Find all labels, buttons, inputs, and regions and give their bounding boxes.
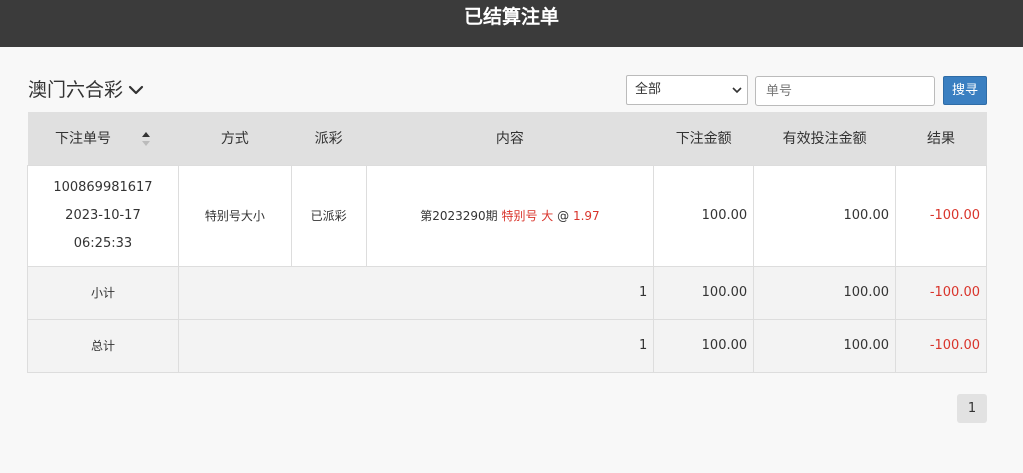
column-header-method: 方式	[178, 112, 292, 165]
column-header-order-no[interactable]: 下注单号	[27, 112, 179, 165]
total-result: -100.00	[895, 318, 987, 373]
subtotal-result: -100.00	[895, 265, 987, 320]
top-bar: 已结算注单	[0, 0, 1023, 47]
select-arrow-icon	[732, 87, 742, 94]
chevron-down-icon	[128, 85, 144, 95]
total-label: 总计	[27, 318, 179, 373]
method-cell: 特别号大小	[177, 164, 292, 267]
subtotal-label: 小计	[27, 265, 179, 320]
total-valid-amount: 100.00	[753, 318, 896, 373]
total-count: 1	[177, 318, 655, 373]
lottery-name: 澳门六合彩	[28, 79, 124, 101]
order-number: 100869981617	[53, 179, 153, 195]
content-bet: 特别号 大	[501, 209, 554, 223]
order-date: 2023-10-17	[65, 207, 141, 223]
total-row: 总计 1 100.00 100.00 -100.00	[27, 318, 987, 373]
column-header-valid-amount: 有效投注金额	[753, 112, 896, 165]
column-header-amount: 下注金额	[653, 112, 754, 165]
total-amount: 100.00	[653, 318, 755, 373]
bets-table: 下注单号 方式 派彩 内容 下注金额 有效投注金额 结果 10086998161…	[27, 112, 987, 373]
column-header-result: 结果	[895, 112, 987, 165]
lottery-selector[interactable]: 澳门六合彩	[28, 76, 145, 104]
subtotal-row: 小计 1 100.00 100.00 -100.00	[27, 265, 987, 320]
table-row: 100869981617 2023-10-17 06:25:33 特别号大小 已…	[27, 164, 987, 267]
subtotal-amount: 100.00	[653, 265, 755, 320]
result-cell: -100.00	[895, 164, 987, 267]
content-odds: 1.97	[572, 209, 600, 223]
content-cell: 第2023290期 特别号 大 @ 1.97	[365, 164, 655, 267]
status-filter-select[interactable]: 全部	[626, 75, 748, 105]
column-header-payout: 派彩	[291, 112, 367, 165]
sort-icon[interactable]	[141, 131, 151, 147]
amount-cell: 100.00	[653, 164, 755, 267]
subtotal-count: 1	[177, 265, 655, 320]
payout-cell: 已派彩	[290, 164, 367, 267]
page-button-1[interactable]: 1	[957, 394, 987, 423]
search-button[interactable]: 搜寻	[943, 76, 987, 105]
filter-selected-value: 全部	[635, 82, 662, 97]
page-title: 已结算注单	[463, 6, 559, 28]
subtotal-valid-amount: 100.00	[753, 265, 896, 320]
valid-amount-cell: 100.00	[753, 164, 896, 267]
content-period: 第2023290期	[420, 209, 498, 223]
order-cell: 100869981617 2023-10-17 06:25:33	[27, 164, 179, 267]
column-header-content: 内容	[366, 112, 654, 165]
table-header-row: 下注单号 方式 派彩 内容 下注金额 有效投注金额 结果	[27, 112, 987, 165]
order-time: 06:25:33	[73, 235, 133, 251]
order-number-input[interactable]	[755, 76, 935, 106]
content-at: @	[557, 209, 570, 223]
